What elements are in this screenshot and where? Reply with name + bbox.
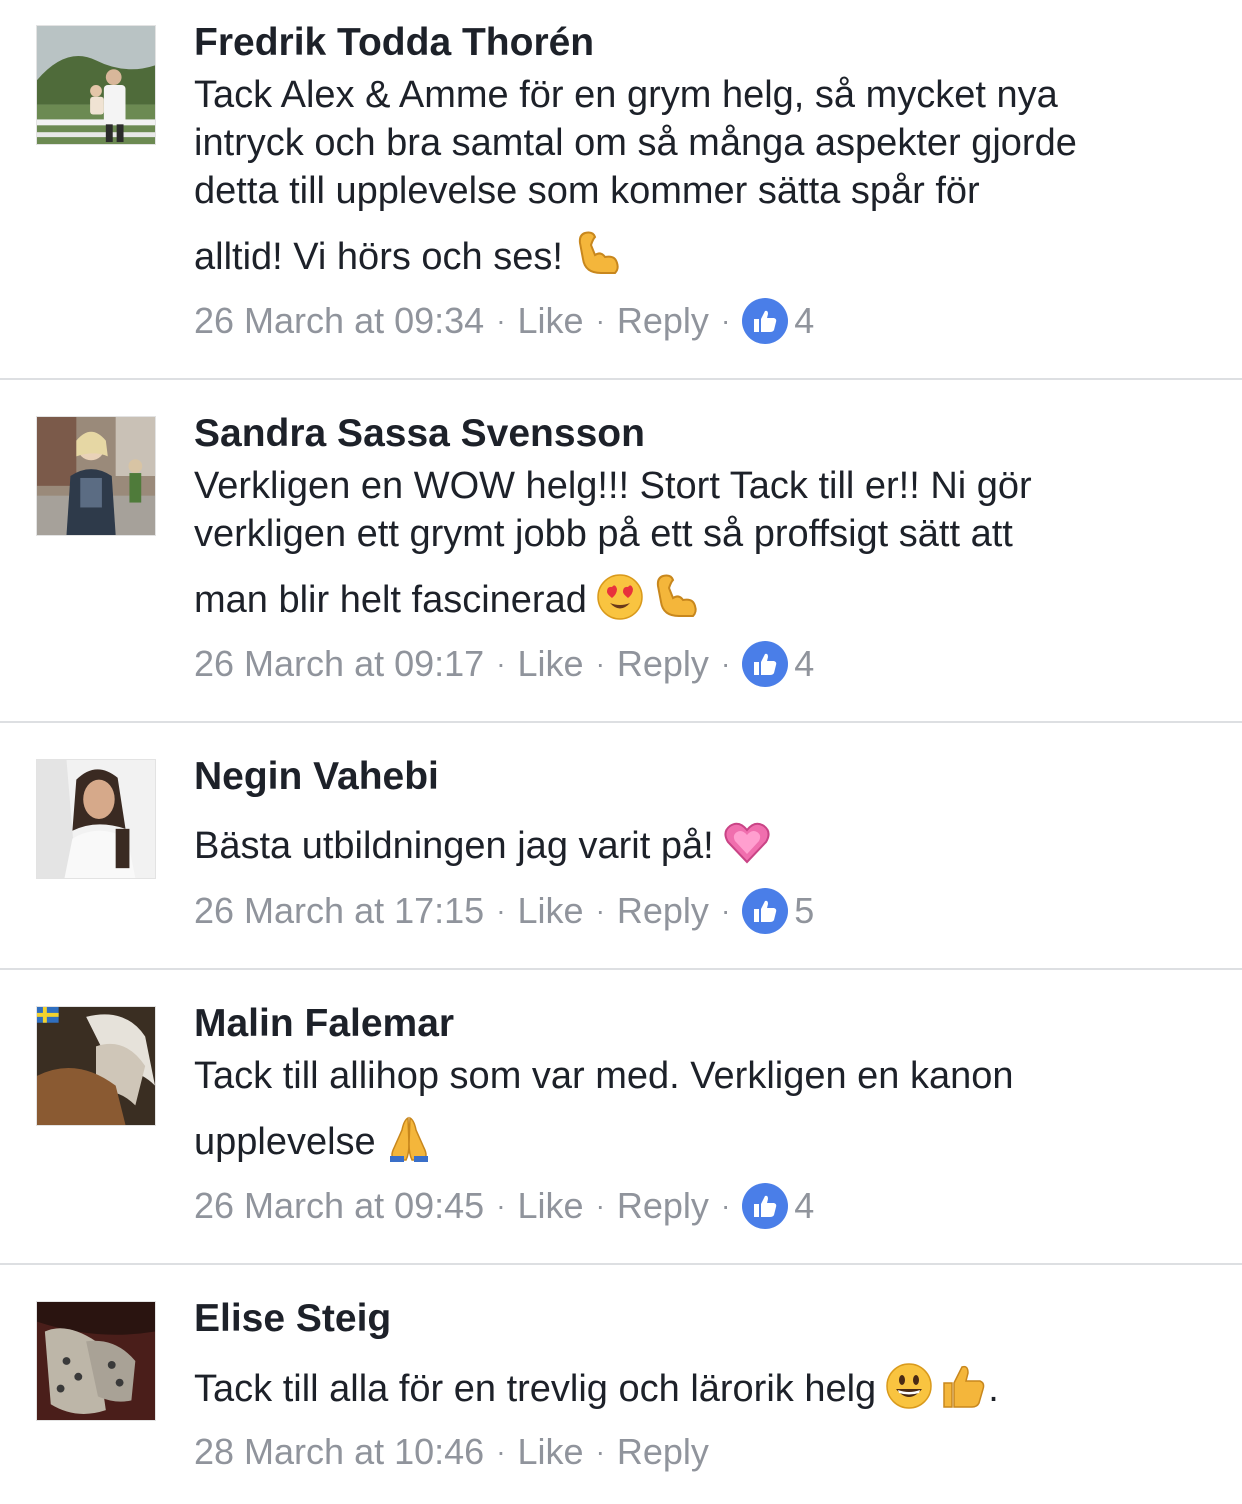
separator: · [496,895,506,926]
flexed-biceps-icon [649,572,699,622]
reaction-count[interactable]: 4 [794,642,814,686]
comment-meta: 26 March at 09:34 · Like · Reply · 4 [194,298,814,344]
timestamp[interactable]: 28 March at 10:46 [194,1430,484,1474]
avatar[interactable] [36,416,156,536]
like-button[interactable]: Like [518,299,584,343]
comment-meta: 26 March at 09:17 · Like · Reply · 4 [194,641,814,687]
comment-line: man blir helt fascinerad [194,579,587,621]
comment-meta: 26 March at 09:45 · Like · Reply · 4 [194,1183,814,1229]
separator: · [496,648,506,679]
comment-text: Verkligen en WOW helg!!! Stort Tack till… [194,462,1224,624]
like-reaction-icon[interactable] [742,888,789,934]
separator: · [595,1190,605,1221]
comment-line: Tack till allihop som var med. Verkligen… [194,1055,1014,1097]
like-reaction-icon[interactable] [742,1183,789,1229]
like-button[interactable]: Like [518,889,584,933]
reply-button[interactable]: Reply [617,889,709,933]
separator: · [720,1190,731,1221]
reply-button[interactable]: Reply [617,1430,709,1474]
author-name[interactable]: Negin Vahebi [194,754,439,800]
comment-meta: 26 March at 17:15 · Like · Reply · 5 [194,888,814,934]
separator: · [496,1190,506,1221]
reaction-count[interactable]: 4 [794,299,814,343]
separator: · [595,1436,605,1467]
author-name[interactable]: Elise Steig [194,1296,391,1342]
comment-text: Tack till allihop som var med. Verkligen… [194,1052,1224,1166]
separator: · [720,648,731,679]
timestamp[interactable]: 26 March at 09:45 [194,1184,484,1228]
comment-line: verkligen ett grymt jobb på ett så proff… [194,513,1013,555]
comment-line: Bästa utbildningen jag varit på! [194,825,714,867]
author-name[interactable]: Fredrik Todda Thorén [194,20,594,66]
comment-line-last: alltid! Vi hörs och ses! [194,229,1224,281]
separator: · [720,895,731,926]
comment-text: Bästa utbildningen jag varit på! [194,818,1224,870]
comment-line: upplevelse [194,1121,376,1163]
like-button[interactable]: Like [518,642,584,686]
comment-line-last: Tack till alla för en trevlig och lärori… [194,1361,1224,1413]
comment-line: detta till upplevelse som kommer sätta s… [194,170,980,212]
like-reaction-icon[interactable] [742,641,789,687]
grinning-face-icon [884,1361,934,1411]
timestamp[interactable]: 26 March at 09:17 [194,642,484,686]
flexed-biceps-icon [571,229,621,279]
separator: · [595,305,605,336]
reaction-count[interactable]: 4 [794,1184,814,1228]
comment-line-last: Bästa utbildningen jag varit på! [194,818,1224,870]
comment-text: Tack Alex & Amme för en grym helg, så my… [194,71,1224,281]
comment-line: Tack Alex & Amme för en grym helg, så my… [194,74,1058,116]
avatar[interactable] [36,25,156,145]
reply-button[interactable]: Reply [617,1184,709,1228]
heart-eyes-icon [595,572,645,622]
trailing-text: . [988,1368,999,1410]
separator: · [595,648,605,679]
folded-hands-icon [384,1114,434,1164]
comment-line: Tack till alla för en trevlig och lärori… [194,1368,877,1410]
like-button[interactable]: Like [518,1184,584,1228]
avatar[interactable] [36,1006,156,1126]
comment-meta: 28 March at 10:46 · Like · Reply [194,1430,709,1474]
separator: · [496,1436,506,1467]
reaction-count[interactable]: 5 [794,889,814,933]
comment-line: alltid! Vi hörs och ses! [194,236,563,278]
comment-text: Tack till alla för en trevlig och lärori… [194,1361,1224,1413]
timestamp[interactable]: 26 March at 09:34 [194,299,484,343]
thumbs-up-icon [938,1361,988,1411]
comment-line: intryck och bra samtal om så många aspek… [194,122,1077,164]
divider [0,378,1242,380]
reply-button[interactable]: Reply [617,299,709,343]
divider [0,1263,1242,1265]
like-button[interactable]: Like [518,1430,584,1474]
reply-button[interactable]: Reply [617,642,709,686]
separator: · [595,895,605,926]
separator: · [720,305,731,336]
avatar[interactable] [36,759,156,879]
timestamp[interactable]: 26 March at 17:15 [194,889,484,933]
comment-line-last: upplevelse [194,1114,1224,1166]
avatar[interactable] [36,1301,156,1421]
author-name[interactable]: Sandra Sassa Svensson [194,411,645,457]
author-name[interactable]: Malin Falemar [194,1001,454,1047]
comment-line-last: man blir helt fascinerad [194,572,1224,624]
comment-line: Verkligen en WOW helg!!! Stort Tack till… [194,465,1032,507]
divider [0,721,1242,723]
divider [0,968,1242,970]
sparkling-heart-icon [722,818,772,868]
separator: · [496,305,506,336]
like-reaction-icon[interactable] [742,298,789,344]
